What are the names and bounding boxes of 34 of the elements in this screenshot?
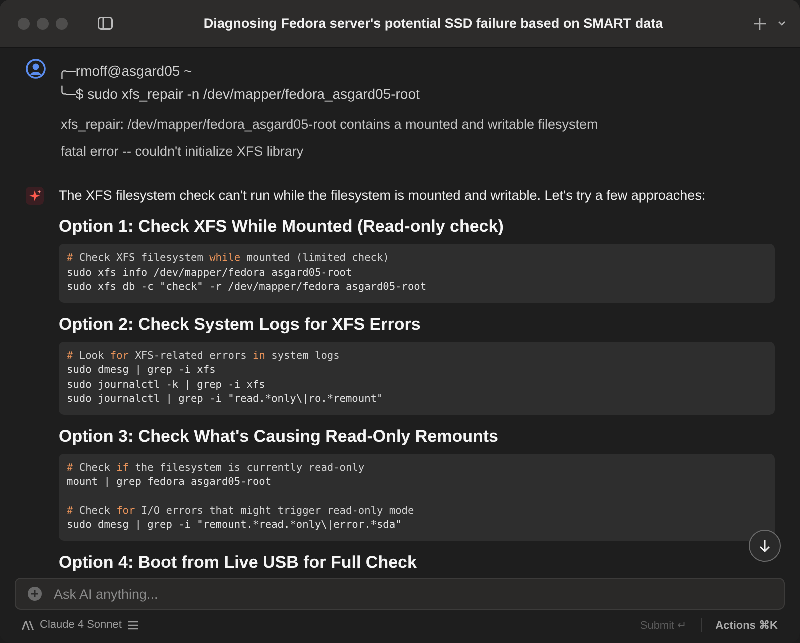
scroll-down-button[interactable] [749,530,781,562]
code-line: sudo dmesg | grep -i "remount.*read.*only\|error.*sda" [67,518,403,532]
code-line: sudo xfs_db -c "check" -r /dev/mapper/fedora_asgard05-root [67,280,428,294]
response-text: The XFS filesystem check can't run while the filesystem is mounted and writable. Let's try a few approaches: [59,187,707,205]
output-line: xfs_repair: /dev/mapper/fedora_asgard05-root contains a mounted and writable filesystem [61,117,600,133]
chat-input-field[interactable]: Ask AI anything... [15,578,785,610]
code-line: sudo journalctl -k | grep -i xfs [67,378,266,392]
prompt-line: ╭─rmoff@asgard05 ~ [58,62,194,82]
arrow-down-icon [759,539,771,553]
plus-circle-icon[interactable] [28,587,42,601]
output-line: fatal error -- couldn't initialize XFS library [61,144,305,160]
code-line: sudo dmesg | grep -i xfs [67,363,217,378]
section-heading: Option 1: Check XFS While Mounted (Read-only check) [59,217,505,237]
sidebar-toggle-icon[interactable] [98,17,113,30]
chevron-down-icon[interactable] [778,21,786,26]
actions-button[interactable]: Actions ⌘K [716,618,778,632]
code-line: # Check XFS filesystem while mounted (limited check) [67,251,390,266]
text-input[interactable]: Ask AI anything... [52,586,772,602]
section-heading: Option 4: Boot from Live USB for Full Check [59,552,418,572]
plus-icon[interactable] [754,18,766,30]
code-line: mount | grep fedora_asgard05-root [67,475,273,490]
code-line: sudo xfs_info /dev/mapper/fedora_asgard05-root [67,266,354,280]
sparkle-icon [26,187,44,205]
code-line: # Check for I/O errors that might trigger read-only mode [67,504,416,518]
prompt-line: ╰─$ sudo xfs_repair -n /dev/mapper/fedora_asgard05-root [58,84,421,104]
code-line: # Check if the filesystem is currently read-only [67,460,366,475]
user-avatar-icon [26,59,46,79]
code-line: sudo journalctl | grep -i "read.*only\|ro.*remount" [67,392,384,406]
window-title: Diagnosing Fedora server's potential SSD failure based on SMART data [202,16,664,31]
code-line: # Look for XFS-related errors in system logs [67,348,341,363]
section-heading: Option 2: Check System Logs for XFS Errors [59,314,422,334]
model-selector[interactable]: Claude 4 Sonnet [40,619,122,631]
menu-icon[interactable] [128,620,138,630]
section-heading: Option 3: Check What's Causing Read-Only Remounts [59,426,500,446]
